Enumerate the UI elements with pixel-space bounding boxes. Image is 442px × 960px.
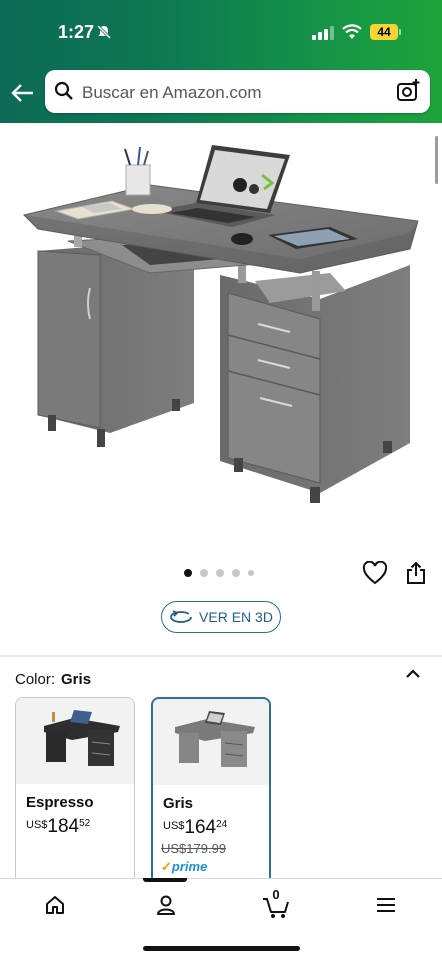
back-arrow-icon[interactable] [10,80,36,106]
price-whole: 164 [184,817,217,838]
section-divider [0,655,442,657]
nav-account[interactable] [151,890,181,920]
home-indicator[interactable] [143,946,300,951]
gallery-dot[interactable] [248,570,254,576]
product-image[interactable] [0,123,442,563]
heart-icon[interactable] [362,561,388,585]
nav-active-indicator [143,878,187,882]
price-fraction: 52 [79,818,91,829]
desk-thumbnail [44,710,120,766]
nav-home[interactable] [40,890,70,920]
bell-off-icon [96,24,112,40]
desk-thumbnail [175,711,255,767]
view-3d-label: VER EN 3D [199,609,273,625]
color-option-espresso[interactable]: Espresso US$ 184 52 [15,697,135,887]
gallery-dots [184,568,254,578]
battery-tip [399,29,401,35]
cart-count: 0 [272,887,280,902]
person-icon [157,895,175,915]
menu-icon [377,898,395,912]
desk-image [23,145,419,503]
price-whole: 184 [47,816,80,837]
prime-badge: ✓prime [161,859,207,875]
list-price: US$179.99 [161,841,227,856]
price-currency: US$ [163,820,185,832]
color-option-price: US$ 184 52 [26,816,90,838]
gallery-dot[interactable] [216,569,224,577]
swatch-thumbnail [153,699,269,785]
color-label-text: Color: [15,671,56,688]
signal-icon [312,26,334,40]
camera-search-icon[interactable] [396,79,420,103]
scrollbar[interactable] [435,136,438,184]
rotate-3d-icon [170,610,192,623]
gallery-dot[interactable] [200,569,208,577]
nav-menu[interactable] [371,890,401,920]
color-label: Color: Gris [15,671,91,688]
color-selected-value: Gris [61,671,92,688]
color-option-price: US$ 164 24 [163,817,227,839]
prime-label: prime [171,859,208,874]
home-icon [46,896,64,914]
price-currency: US$ [26,819,48,831]
prime-check-icon: ✓ [161,859,172,874]
swatch-thumbnail [16,698,134,784]
battery-indicator: 44 [370,24,398,40]
nav-cart[interactable]: 0 [261,887,291,920]
app-root: 1:27 44 Buscar en Amazon.com VER EN 3D C… [0,0,442,960]
header: 1:27 44 Buscar en Amazon.com [0,0,442,123]
search-bar[interactable]: Buscar en Amazon.com [45,70,430,113]
color-option-name: Espresso [26,794,94,811]
color-option-name: Gris [163,795,194,812]
share-icon[interactable] [404,561,428,585]
status-time: 1:27 [58,22,95,42]
search-icon [54,81,73,100]
chevron-up-icon[interactable] [404,667,422,681]
gallery-dot[interactable] [184,569,192,577]
search-input[interactable]: Buscar en Amazon.com [82,83,262,103]
color-option-gris[interactable]: Gris US$ 164 24 US$179.99 ✓prime [151,697,271,887]
view-3d-button[interactable]: VER EN 3D [161,601,281,633]
gallery-dot[interactable] [232,569,240,577]
price-fraction: 24 [216,819,228,830]
wifi-icon [342,24,362,39]
